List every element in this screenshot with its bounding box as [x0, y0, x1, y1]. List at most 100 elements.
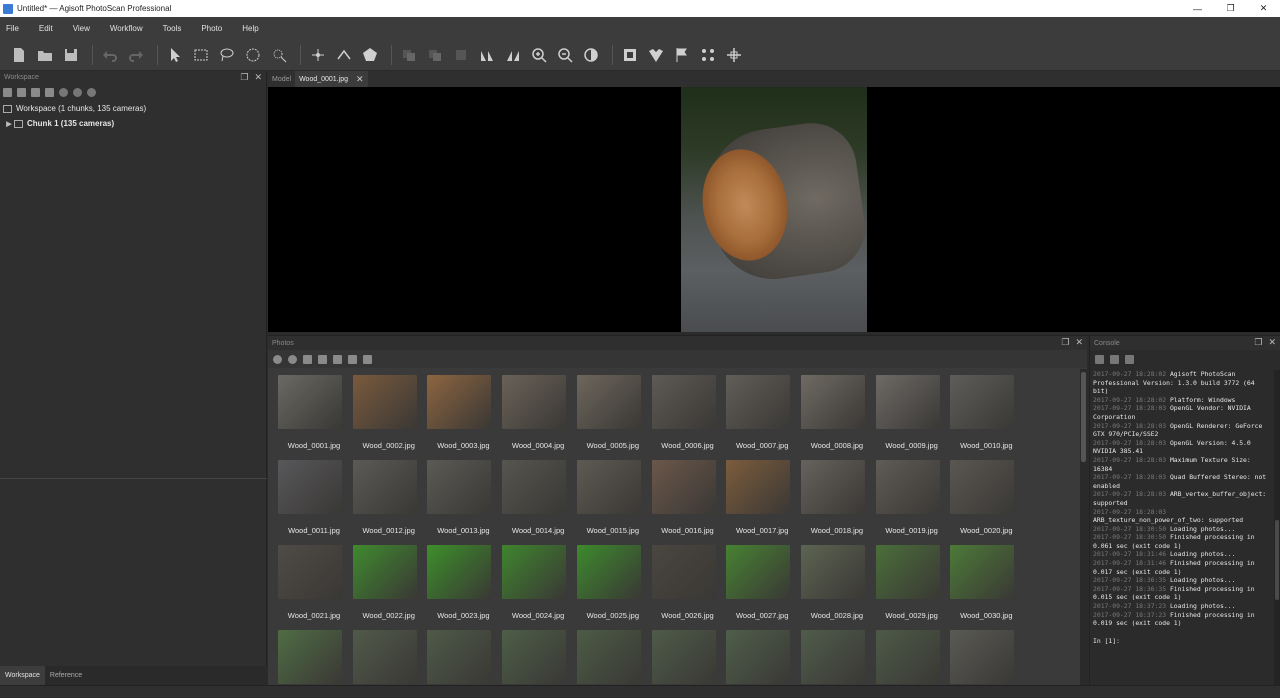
photo-thumbnail[interactable]: Wood_0007.jpg	[722, 369, 794, 454]
menu-edit[interactable]: Edit	[39, 24, 53, 33]
photo-thumbnail[interactable]: Wood_0022.jpg	[349, 539, 421, 624]
polygon-icon[interactable]	[359, 44, 381, 66]
zoom-in-icon[interactable]	[528, 44, 550, 66]
remove-icon[interactable]	[87, 87, 96, 97]
open-icon[interactable]	[34, 44, 56, 66]
photo-viewport[interactable]	[268, 87, 1280, 332]
photo-thumbnail[interactable]	[423, 624, 495, 686]
tab-workspace[interactable]: Workspace	[0, 666, 45, 685]
magic-wand-icon[interactable]	[268, 44, 290, 66]
point-icon[interactable]	[307, 44, 329, 66]
scrollbar-thumb[interactable]	[1275, 520, 1279, 600]
photo-thumbnail[interactable]: Wood_0024.jpg	[498, 539, 570, 624]
photo-thumbnail[interactable]: Wood_0021.jpg	[274, 539, 346, 624]
photo-thumbnail[interactable]: Wood_0008.jpg	[797, 369, 869, 454]
photo-thumbnail[interactable]	[498, 624, 570, 686]
close-panel-icon[interactable]: ✕	[254, 72, 262, 83]
menu-view[interactable]: View	[73, 24, 90, 33]
mask-icon[interactable]	[619, 44, 641, 66]
photo-thumbnail[interactable]	[648, 624, 720, 686]
close-panel-icon[interactable]: ✕	[1268, 337, 1276, 348]
script-icon[interactable]	[1125, 354, 1134, 364]
menu-workflow[interactable]: Workflow	[110, 24, 143, 33]
save-log-icon[interactable]	[1095, 354, 1104, 364]
console-scrollbar[interactable]	[1274, 370, 1280, 686]
rotate-left-icon[interactable]	[476, 44, 498, 66]
minimize-button[interactable]: —	[1181, 0, 1214, 17]
photo-thumbnail[interactable]: Wood_0002.jpg	[349, 369, 421, 454]
expand-arrow-icon[interactable]: ▶	[4, 120, 14, 128]
menu-file[interactable]: File	[6, 24, 19, 33]
photo-thumbnail[interactable]: Wood_0028.jpg	[797, 539, 869, 624]
photo-thumbnail[interactable]	[573, 624, 645, 686]
tab-model[interactable]: Model	[268, 71, 295, 87]
maximize-button[interactable]: ❐	[1214, 0, 1247, 17]
undock-icon[interactable]: ❐	[1254, 337, 1262, 348]
rotate-right-icon[interactable]	[333, 354, 342, 364]
close-button[interactable]: ✕	[1247, 0, 1280, 17]
close-tab-icon[interactable]: ✕	[356, 74, 364, 85]
console-prompt[interactable]: In [1]:	[1093, 637, 1273, 646]
photo-thumbnail[interactable]: Wood_0006.jpg	[648, 369, 720, 454]
photo-thumbnail[interactable]	[872, 624, 944, 686]
photo-thumbnail[interactable]: Wood_0019.jpg	[872, 454, 944, 539]
photo-thumbnail[interactable]: Wood_0030.jpg	[946, 539, 1018, 624]
zoom-out-icon[interactable]	[554, 44, 576, 66]
mask-icon[interactable]	[348, 354, 357, 364]
photo-thumbnail[interactable]: Wood_0023.jpg	[423, 539, 495, 624]
grid-icon[interactable]	[450, 44, 472, 66]
photo-thumbnail[interactable]: Wood_0015.jpg	[573, 454, 645, 539]
new-icon[interactable]	[8, 44, 30, 66]
lasso-icon[interactable]	[216, 44, 238, 66]
photo-thumbnail[interactable]: Wood_0004.jpg	[498, 369, 570, 454]
shape-icon[interactable]	[645, 44, 667, 66]
contrast-icon[interactable]	[580, 44, 602, 66]
rotate-right-icon[interactable]	[502, 44, 524, 66]
photo-thumbnail[interactable]	[722, 624, 794, 686]
undock-icon[interactable]: ❐	[1061, 337, 1069, 348]
enable-icon[interactable]	[273, 354, 282, 364]
tab-photo[interactable]: Wood_0001.jpg ✕	[295, 71, 368, 87]
select-icon[interactable]	[164, 44, 186, 66]
photo-thumbnail[interactable]: Wood_0012.jpg	[349, 454, 421, 539]
grid-icon[interactable]	[398, 44, 420, 66]
photo-thumbnail[interactable]	[274, 624, 346, 686]
circle-select-icon[interactable]	[242, 44, 264, 66]
photo-thumbnail[interactable]: Wood_0001.jpg	[274, 369, 346, 454]
redo-icon[interactable]	[125, 44, 147, 66]
photo-thumbnail[interactable]	[797, 624, 869, 686]
disable-icon[interactable]	[73, 87, 82, 97]
rotate-left-icon[interactable]	[318, 354, 327, 364]
remove-icon[interactable]	[303, 354, 312, 364]
photo-thumbnail[interactable]: Wood_0009.jpg	[872, 369, 944, 454]
photo-thumbnail[interactable]: Wood_0017.jpg	[722, 454, 794, 539]
workspace-root[interactable]: Workspace (1 chunks, 135 cameras)	[0, 101, 266, 116]
photo-thumbnail[interactable]: Wood_0005.jpg	[573, 369, 645, 454]
disable-icon[interactable]	[288, 354, 297, 364]
rect-select-icon[interactable]	[190, 44, 212, 66]
photo-thumbnail[interactable]: Wood_0010.jpg	[946, 369, 1018, 454]
grid-icon[interactable]	[424, 44, 446, 66]
photo-thumbnail[interactable]: Wood_0014.jpg	[498, 454, 570, 539]
dots-icon[interactable]	[697, 44, 719, 66]
undock-icon[interactable]: ❐	[240, 72, 248, 83]
view-mode-icon[interactable]	[363, 354, 372, 364]
enable-icon[interactable]	[59, 87, 68, 97]
photo-thumbnail[interactable]: Wood_0020.jpg	[946, 454, 1018, 539]
add-photos-icon[interactable]	[17, 87, 26, 97]
menu-photo[interactable]: Photo	[201, 24, 222, 33]
menu-tools[interactable]: Tools	[163, 24, 182, 33]
scrollbar-thumb[interactable]	[1081, 372, 1086, 462]
photo-thumbnail[interactable]: Wood_0026.jpg	[648, 539, 720, 624]
photo-thumbnail[interactable]: Wood_0003.jpg	[423, 369, 495, 454]
add-chunk-icon[interactable]	[3, 87, 12, 97]
photo-thumbnail[interactable]	[349, 624, 421, 686]
photo-thumbnail[interactable]: Wood_0025.jpg	[573, 539, 645, 624]
flag-icon[interactable]	[671, 44, 693, 66]
tab-reference[interactable]: Reference	[45, 666, 87, 685]
add-folder-icon[interactable]	[31, 87, 40, 97]
photo-thumbnail[interactable]: Wood_0016.jpg	[648, 454, 720, 539]
close-panel-icon[interactable]: ✕	[1075, 337, 1083, 348]
ruler-icon[interactable]	[333, 44, 355, 66]
photo-thumbnail[interactable]: Wood_0013.jpg	[423, 454, 495, 539]
